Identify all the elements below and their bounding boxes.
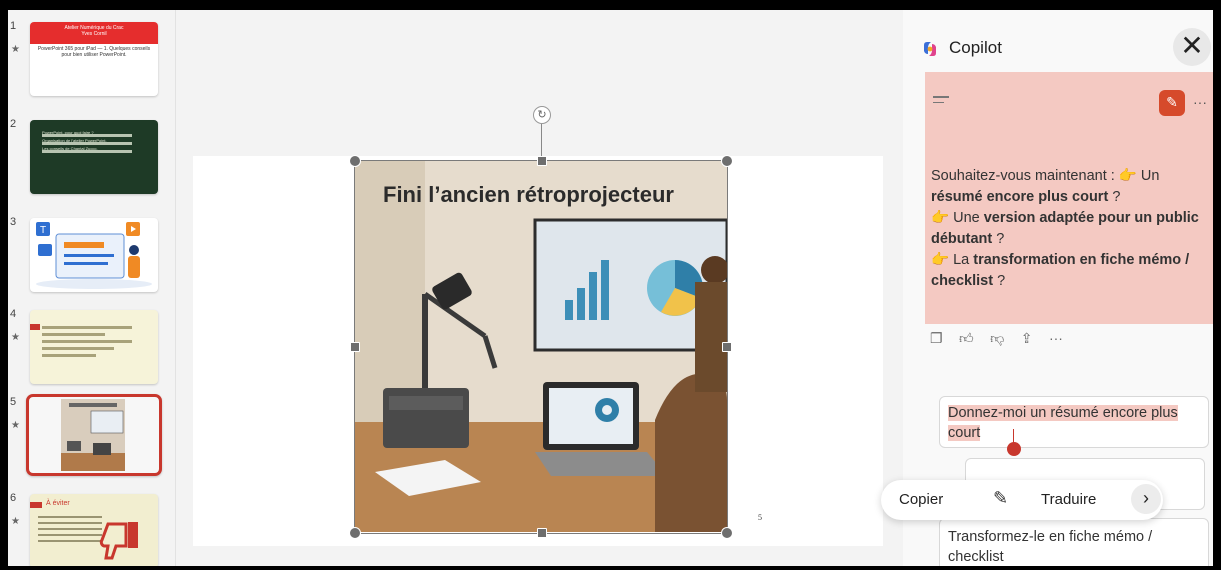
copilot-reply[interactable]: Souhaitez-vous maintenant : 👉 Un résumé … xyxy=(931,166,1211,292)
resize-handle-top-left[interactable] xyxy=(349,155,361,167)
thumbnail-row-4[interactable]: 4 ★ xyxy=(8,306,176,390)
resize-handle-left[interactable] xyxy=(350,342,360,352)
star-icon: ★ xyxy=(11,44,20,55)
suggestion-memo-checklist[interactable]: Transformez-le en fiche mémo / checklist xyxy=(939,518,1209,566)
reply-option-3-suffix: ? xyxy=(997,273,1006,289)
thumb-line-1: PowerPoint, pour quoi faire ? xyxy=(42,130,94,135)
thumbs-up-icon[interactable]: 👍︎ xyxy=(959,330,974,347)
slide-page-number: 5 xyxy=(758,513,762,522)
thumbs-down-icon[interactable]: 👎︎ xyxy=(990,330,1004,347)
suggestion-label: Donnez-moi un résumé encore plus court xyxy=(948,405,1178,441)
thumbnail-row-5[interactable]: 5 ★ xyxy=(8,394,176,478)
translate-button[interactable]: Traduire xyxy=(1041,491,1096,508)
reply-option-2-suffix: ? xyxy=(996,231,1005,247)
reply-intro: Souhaitez-vous maintenant : xyxy=(931,168,1115,184)
slide-thumbnail-panel[interactable]: 1 ★ Atelier Numérique du Crac Yves Corni… xyxy=(8,10,176,566)
pointing-hand-icon: 👉 xyxy=(931,252,950,268)
slide-number: 1 xyxy=(10,20,17,32)
reply-option-1: résumé encore plus court xyxy=(931,189,1109,205)
thumbs-down-icon xyxy=(99,522,138,560)
resize-handle-right[interactable] xyxy=(722,342,732,352)
slide-number: 2 xyxy=(10,118,17,130)
resize-handle-bottom[interactable] xyxy=(537,528,547,538)
copilot-lasso-icon[interactable]: ✎ xyxy=(993,488,1008,509)
slide-thumbnail-3[interactable]: T xyxy=(30,218,158,292)
pointing-hand-icon: 👉 xyxy=(1118,168,1137,184)
thumb-accent-bar xyxy=(30,324,40,330)
star-icon: ★ xyxy=(11,516,20,527)
copilot-title: Copilot xyxy=(949,38,1002,57)
thumb-line-2: Organisation de l'atelier PowerPoint. xyxy=(42,138,107,143)
thumbnail-row-3[interactable]: 3 T xyxy=(8,214,176,298)
rotate-stem xyxy=(541,124,542,160)
star-icon: ★ xyxy=(11,420,20,431)
thumbnail-row-2[interactable]: 2 PowerPoint, pour quoi faire ? Organisa… xyxy=(8,116,176,200)
rotate-icon[interactable]: ↻ xyxy=(533,106,551,124)
more-options-icon[interactable]: ··· xyxy=(1193,94,1207,110)
selection-frame xyxy=(354,160,728,534)
thumb-title-bar: Atelier Numérique du Crac Yves Cornil xyxy=(30,22,158,44)
slide-number: 6 xyxy=(10,492,17,504)
reply-option-1-prefix: Un xyxy=(1140,168,1160,184)
more-icon[interactable]: ··· xyxy=(1049,330,1063,346)
reply-option-2-prefix: Une xyxy=(953,210,980,226)
thumbnail-row-6[interactable]: 6 ★ À éviter xyxy=(8,490,176,566)
thumb-body-text: PowerPoint 365 pour iPad — 1. Quelques c… xyxy=(37,46,151,58)
copy-button[interactable]: Copier xyxy=(899,491,943,508)
text-selection-handle[interactable] xyxy=(1007,442,1021,456)
resize-handle-bottom-right[interactable] xyxy=(721,527,733,539)
thumb-title-line: Yves Cornil xyxy=(81,31,107,37)
slide-number: 3 xyxy=(10,216,17,228)
suggestion-shorter-summary[interactable]: Donnez-moi un résumé encore plus court xyxy=(939,396,1209,448)
reply-action-bar: ❐ 👍︎ 👎︎ ⇪ ··· xyxy=(930,330,1100,350)
thumb-line-3: Les conseils de Chantal Zucco. xyxy=(42,146,98,151)
close-button[interactable]: ✕ xyxy=(1173,28,1211,66)
chevron-right-icon[interactable]: › xyxy=(1131,484,1161,514)
menu-icon[interactable] xyxy=(933,96,949,107)
resize-handle-bottom-left[interactable] xyxy=(349,527,361,539)
text-context-menu: Copier ✎ Traduire › xyxy=(881,480,1163,520)
reply-option-3-prefix: La xyxy=(953,252,970,268)
new-chat-edit-button[interactable]: ✎ xyxy=(1159,90,1185,116)
copy-icon[interactable]: ❐ xyxy=(930,330,943,347)
resize-handle-top-right[interactable] xyxy=(721,155,733,167)
slide-thumbnail-5-selected[interactable] xyxy=(26,394,162,476)
reply-option-1-suffix: ? xyxy=(1112,189,1121,205)
share-icon[interactable]: ⇪ xyxy=(1021,330,1033,347)
slide-thumbnail-2[interactable]: PowerPoint, pour quoi faire ? Organisati… xyxy=(30,120,158,194)
slide-thumbnail-1[interactable]: Atelier Numérique du Crac Yves Cornil Po… xyxy=(30,22,158,96)
powerpoint-window: 1 ★ Atelier Numérique du Crac Yves Corni… xyxy=(8,10,1213,566)
thumb-projector-image xyxy=(61,399,125,471)
star-icon: ★ xyxy=(11,332,20,343)
thumb-bullets xyxy=(42,326,132,361)
slide-thumbnail-4[interactable] xyxy=(30,310,158,384)
pointing-hand-icon: 👉 xyxy=(931,210,950,226)
presentation-illustration: T xyxy=(36,222,152,289)
copilot-logo-icon xyxy=(924,42,936,56)
slide-number: 5 xyxy=(10,396,17,408)
suggestion-label: Transformez-le en fiche mémo / checklist xyxy=(948,529,1153,565)
slide-number: 4 xyxy=(10,308,17,320)
resize-handle-top[interactable] xyxy=(537,156,547,166)
reply-option-3: transformation en fiche mémo / checklist xyxy=(931,252,1190,289)
slide-thumbnail-6[interactable]: À éviter xyxy=(30,494,158,566)
copilot-header: Copilot ✕ xyxy=(903,28,1213,68)
thumbnail-row-1[interactable]: 1 ★ Atelier Numérique du Crac Yves Corni… xyxy=(8,18,176,102)
svg-text:T: T xyxy=(40,225,46,236)
app-window: 1 ★ Atelier Numérique du Crac Yves Corni… xyxy=(0,0,1221,570)
